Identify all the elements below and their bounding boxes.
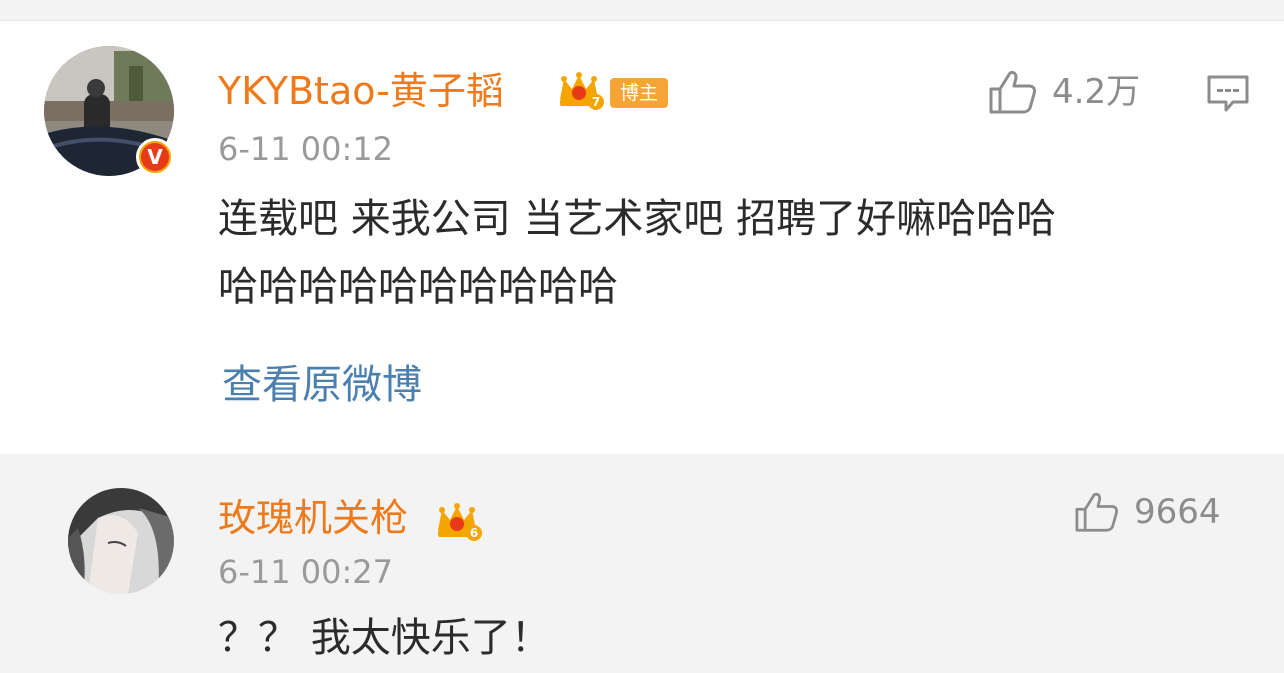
comment-item: 玫瑰机关枪 6 6-11 00:27 ？？ 我太快乐了！ 9664	[0, 454, 1284, 673]
comment-text-line: 哈哈哈哈哈哈哈哈哈哈	[218, 264, 618, 310]
like-button[interactable]: 9664	[1074, 490, 1221, 534]
crown-level-label: 7	[588, 94, 604, 110]
blogger-badge: 博主	[610, 78, 668, 108]
comment-reply-icon[interactable]	[1206, 74, 1250, 114]
username[interactable]: YKYBtao-黄子韬	[218, 69, 504, 113]
comment-text-line: 连载吧 来我公司 当艺术家吧 招聘了好嘛哈哈哈	[218, 196, 1057, 242]
like-button[interactable]: 4.2万	[988, 69, 1140, 115]
crown-icon: 6	[434, 500, 482, 541]
comment-item: V YKYBtao-黄子韬 7 博主 6-11 00:12 连载吧 来我公司 当…	[0, 21, 1284, 451]
weibo-comment-list: V YKYBtao-黄子韬 7 博主 6-11 00:12 连载吧 来我公司 当…	[0, 0, 1284, 673]
like-count: 4.2万	[1052, 72, 1141, 112]
avatar[interactable]	[68, 488, 174, 594]
view-original-post-link[interactable]: 查看原微博	[222, 361, 422, 409]
comment-timestamp: 6-11 00:27	[218, 553, 394, 591]
comment-timestamp: 6-11 00:12	[218, 130, 394, 168]
top-divider	[0, 0, 1284, 21]
crown-icon: 7	[556, 69, 604, 110]
verified-badge-icon: V	[136, 138, 174, 176]
crown-level-label: 6	[466, 525, 482, 541]
thumbs-up-icon	[988, 69, 1038, 115]
comment-text: ？？ 我太快乐了！	[218, 615, 551, 661]
username[interactable]: 玫瑰机关枪	[218, 496, 408, 540]
like-count: 9664	[1134, 492, 1221, 532]
thumbs-up-icon	[1074, 491, 1120, 533]
avatar[interactable]: V	[44, 46, 174, 176]
